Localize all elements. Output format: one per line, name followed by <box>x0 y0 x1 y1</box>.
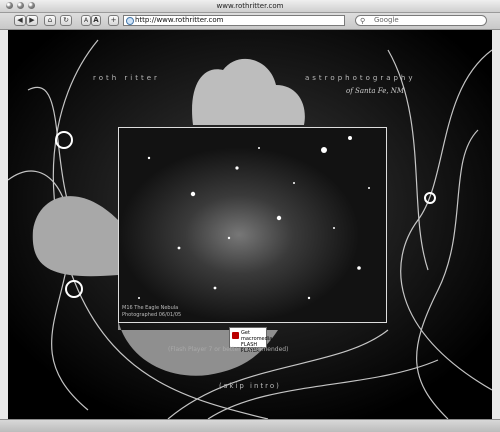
photo-caption: M16 The Eagle Nebula Photographed 06/01/… <box>122 305 181 319</box>
photo-caption-date: Photographed 06/01/05 <box>122 312 182 318</box>
back-button[interactable]: ◀ <box>14 15 26 26</box>
text-smaller-button[interactable]: A <box>81 15 91 26</box>
add-bookmark-button[interactable]: + <box>108 15 119 26</box>
photo-caption-title: M16 The Eagle Nebula <box>122 305 179 311</box>
skip-intro-link[interactable]: (skip intro) <box>219 382 281 390</box>
status-bar <box>0 419 500 432</box>
search-icon: ⚲ <box>360 17 366 25</box>
web-content: roth ritter astrophotography of Santa Fe… <box>8 30 492 419</box>
globe-icon <box>126 17 134 25</box>
address-bar[interactable]: http://www.rothritter.com <box>123 15 345 26</box>
search-field[interactable]: ⚲ Google <box>355 15 487 26</box>
get-flash-player-button[interactable]: Get macromedia FLASH PLAYER <box>229 327 273 354</box>
brand-location: of Santa Fe, NM <box>346 87 405 95</box>
home-button[interactable]: ⌂ <box>44 15 56 26</box>
flash-badge-line1: Get macromedia <box>241 330 273 342</box>
nebula-image <box>119 128 386 322</box>
astrophoto-image: M16 The Eagle Nebula Photographed 06/01/… <box>118 127 387 323</box>
browser-window: www.rothritter.com ◀ ▶ ⌂ ↻ A A + http://… <box>0 0 500 432</box>
address-url: http://www.rothritter.com <box>135 16 224 24</box>
brand-tagline: astrophotography <box>305 74 416 82</box>
flash-icon <box>232 332 239 339</box>
brand-name: roth ritter <box>93 74 160 82</box>
window-title: www.rothritter.com <box>216 2 284 10</box>
flash-requirement-note: (Flash Player 7 or better recommended) <box>168 346 289 353</box>
browser-toolbar: ◀ ▶ ⌂ ↻ A A + http://www.rothritter.com … <box>0 13 500 30</box>
title-bar: www.rothritter.com <box>0 0 500 13</box>
search-placeholder: Google <box>374 16 399 24</box>
reload-button[interactable]: ↻ <box>60 15 72 26</box>
forward-button[interactable]: ▶ <box>26 15 38 26</box>
text-bigger-button[interactable]: A <box>91 15 101 26</box>
